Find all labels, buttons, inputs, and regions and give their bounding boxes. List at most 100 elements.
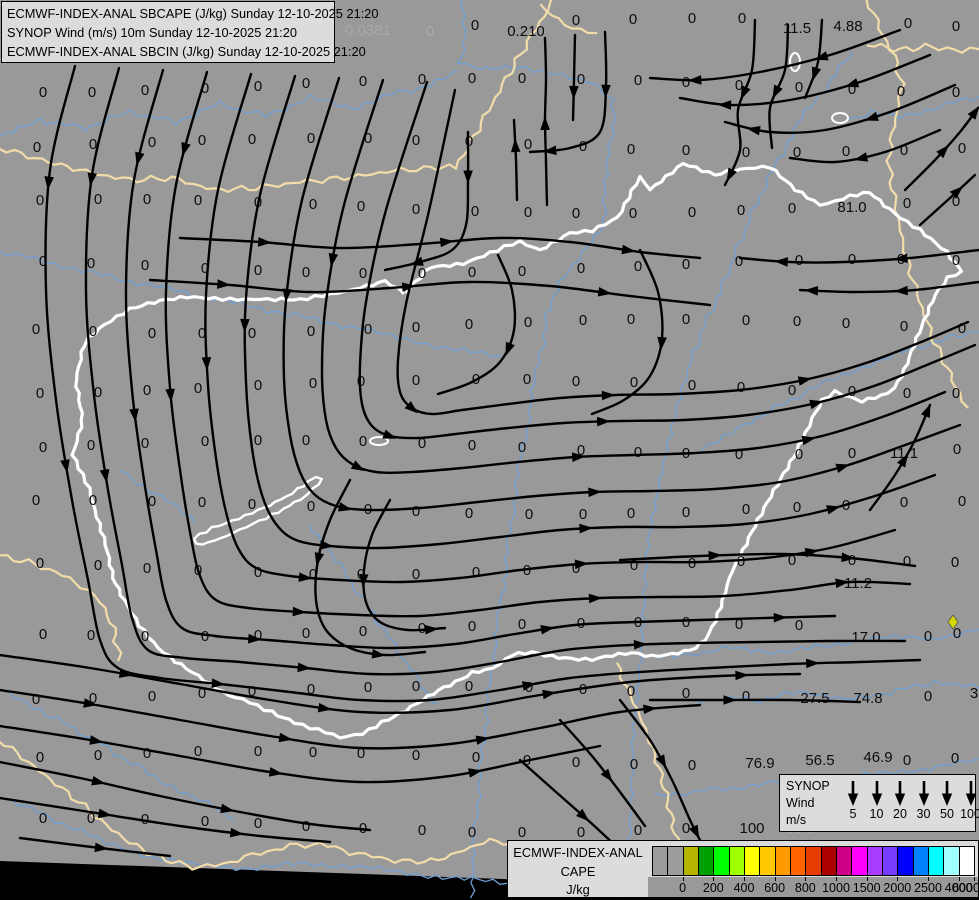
cape-tick-label: 200	[702, 881, 724, 895]
cape-grid-value: 0	[958, 493, 966, 510]
cape-grid-value: 0	[307, 130, 315, 147]
cape-grid-value: 0	[412, 747, 420, 764]
cape-grid-value: 0	[742, 688, 750, 705]
synop-speed-label: 30	[916, 807, 931, 821]
cape-grid-value: 0	[148, 325, 156, 342]
cape-grid-value: 0	[953, 441, 961, 458]
wind-arrow-icon	[894, 781, 906, 806]
cape-grid-value: 0	[735, 253, 743, 270]
cape-tick-label: 2000	[883, 881, 912, 895]
cape-color-cell	[943, 846, 960, 876]
cape-grid-value: 0	[364, 321, 372, 338]
synop-speed-label: 50	[940, 807, 954, 821]
cape-grid-value: 0	[468, 824, 476, 841]
cape-grid-value: 0	[737, 379, 745, 396]
cape-grid-value: 0	[472, 749, 480, 766]
cape-grid-value: 0	[577, 824, 585, 841]
cape-grid-value: 0	[468, 264, 476, 281]
cape-value: 17.0	[851, 629, 880, 646]
cape-grid-value: 0	[682, 504, 690, 521]
cape-grid-value: 0	[148, 688, 156, 705]
cape-grid-value: 0	[412, 319, 420, 336]
synop-speed-label: 100	[960, 807, 979, 821]
cape-grid-value: 0	[627, 683, 635, 700]
cape-grid-value: 0	[32, 492, 40, 509]
cape-value: 46.9	[863, 749, 892, 766]
cape-grid-value: 0	[143, 382, 151, 399]
cape-grid-value: 0	[465, 505, 473, 522]
cape-grid-value: 0	[143, 560, 151, 577]
synop-scale-entry: 5	[841, 779, 865, 821]
cape-grid-value: 0	[465, 678, 473, 695]
cape-grid-value: 0	[572, 205, 580, 222]
cape-grid-value: 0	[523, 371, 531, 388]
cape-tick-label: 1000	[822, 881, 850, 895]
cape-grid-value: 0	[952, 252, 960, 269]
cape-grid-value: 0	[254, 432, 262, 449]
cape-grid-value: 0	[627, 141, 635, 158]
cape-grid-value: 0	[742, 501, 750, 518]
cape-grid-value: 0	[518, 439, 526, 456]
cape-grid-value: 0	[254, 78, 262, 95]
synop-arrow-scale: 5 10 20 30 50 100	[840, 775, 979, 831]
cape-grid-value: 0	[302, 75, 310, 92]
cape-grid-value: 0	[39, 626, 47, 643]
cape-grid-value: 0	[36, 749, 44, 766]
cape-color-cell	[866, 846, 883, 876]
synop-speed-label: 10	[869, 807, 884, 821]
cape-grid-value: 0	[254, 743, 262, 760]
cape-grid-value: 0	[198, 132, 206, 149]
cape-grid-value: 0	[39, 84, 47, 101]
cape-grid-value: 0	[848, 445, 856, 462]
cape-color-cell	[759, 846, 776, 876]
cape-grid-value: 0	[89, 323, 97, 340]
synop-legend-title: SYNOP Wind m/s	[780, 775, 840, 831]
cape-color-cell	[912, 846, 929, 876]
cape-grid-value: 0	[742, 144, 750, 161]
wind-arrow-icon	[918, 781, 929, 806]
synop-scale-entry: 100	[959, 779, 979, 821]
cape-grid-value: 0	[36, 192, 44, 209]
cape-grid-value: 0	[627, 311, 635, 328]
cape-grid-value: 0	[634, 72, 642, 89]
synop-speed-label: 5	[849, 807, 857, 821]
cape-grid-value: 0	[903, 553, 911, 570]
cape-grid-value: 0	[94, 557, 102, 574]
cape-grid-value: 0	[201, 628, 209, 645]
cape-colorbar-legend: ECMWF-INDEX-ANAL CAPE J/kg 0 200 400 600 800…	[507, 840, 979, 898]
cape-grid-value: 0	[518, 70, 526, 87]
cape-color-cell	[897, 846, 914, 876]
cape-grid-value: 0	[524, 204, 532, 221]
cape-grid-value: 0	[465, 316, 473, 333]
cape-grid-value: 0	[903, 385, 911, 402]
cape-grid-value: 0	[682, 74, 690, 91]
cape-grid-value: 0	[418, 822, 426, 839]
cape-grid-value: 0	[36, 385, 44, 402]
cape-grid-value: 0	[795, 79, 803, 96]
cape-grid-value: 0	[572, 373, 580, 390]
cape-grid-value: 0	[39, 439, 47, 456]
wind-arrow-icon	[847, 781, 859, 806]
cape-grid-value: 0	[629, 205, 637, 222]
cape-grid-value: 0	[742, 312, 750, 329]
cape-grid-value: 0	[848, 251, 856, 268]
title-line-sbcape: ECMWF-INDEX-ANAL SBCAPE (J/kg) Sunday 12…	[7, 6, 379, 21]
synop-scale-entry: 20	[888, 779, 912, 821]
cape-legend-title: ECMWF-INDEX-ANAL CAPE J/kg	[508, 841, 648, 897]
cape-grid-value: 0	[630, 374, 638, 391]
cape-grid-value: 0	[737, 202, 745, 219]
cape-grid-value: 0	[89, 492, 97, 509]
cape-value: 56.5	[805, 752, 834, 769]
cape-color-cell	[743, 846, 761, 876]
cape-grid-value: 0	[627, 505, 635, 522]
cape-grid-value: 0	[518, 616, 526, 633]
cape-color-cell	[728, 846, 745, 876]
cape-grid-value: 0	[579, 312, 587, 329]
cape-color-cell	[697, 846, 715, 876]
cape-color-cell	[851, 846, 868, 876]
cape-grid-value: 0	[468, 618, 476, 635]
cape-color-cell	[713, 846, 730, 876]
cape-grid-value: 0	[39, 810, 47, 827]
cape-grid-value: 0	[141, 82, 149, 99]
cape-grid-value: 0	[32, 321, 40, 338]
